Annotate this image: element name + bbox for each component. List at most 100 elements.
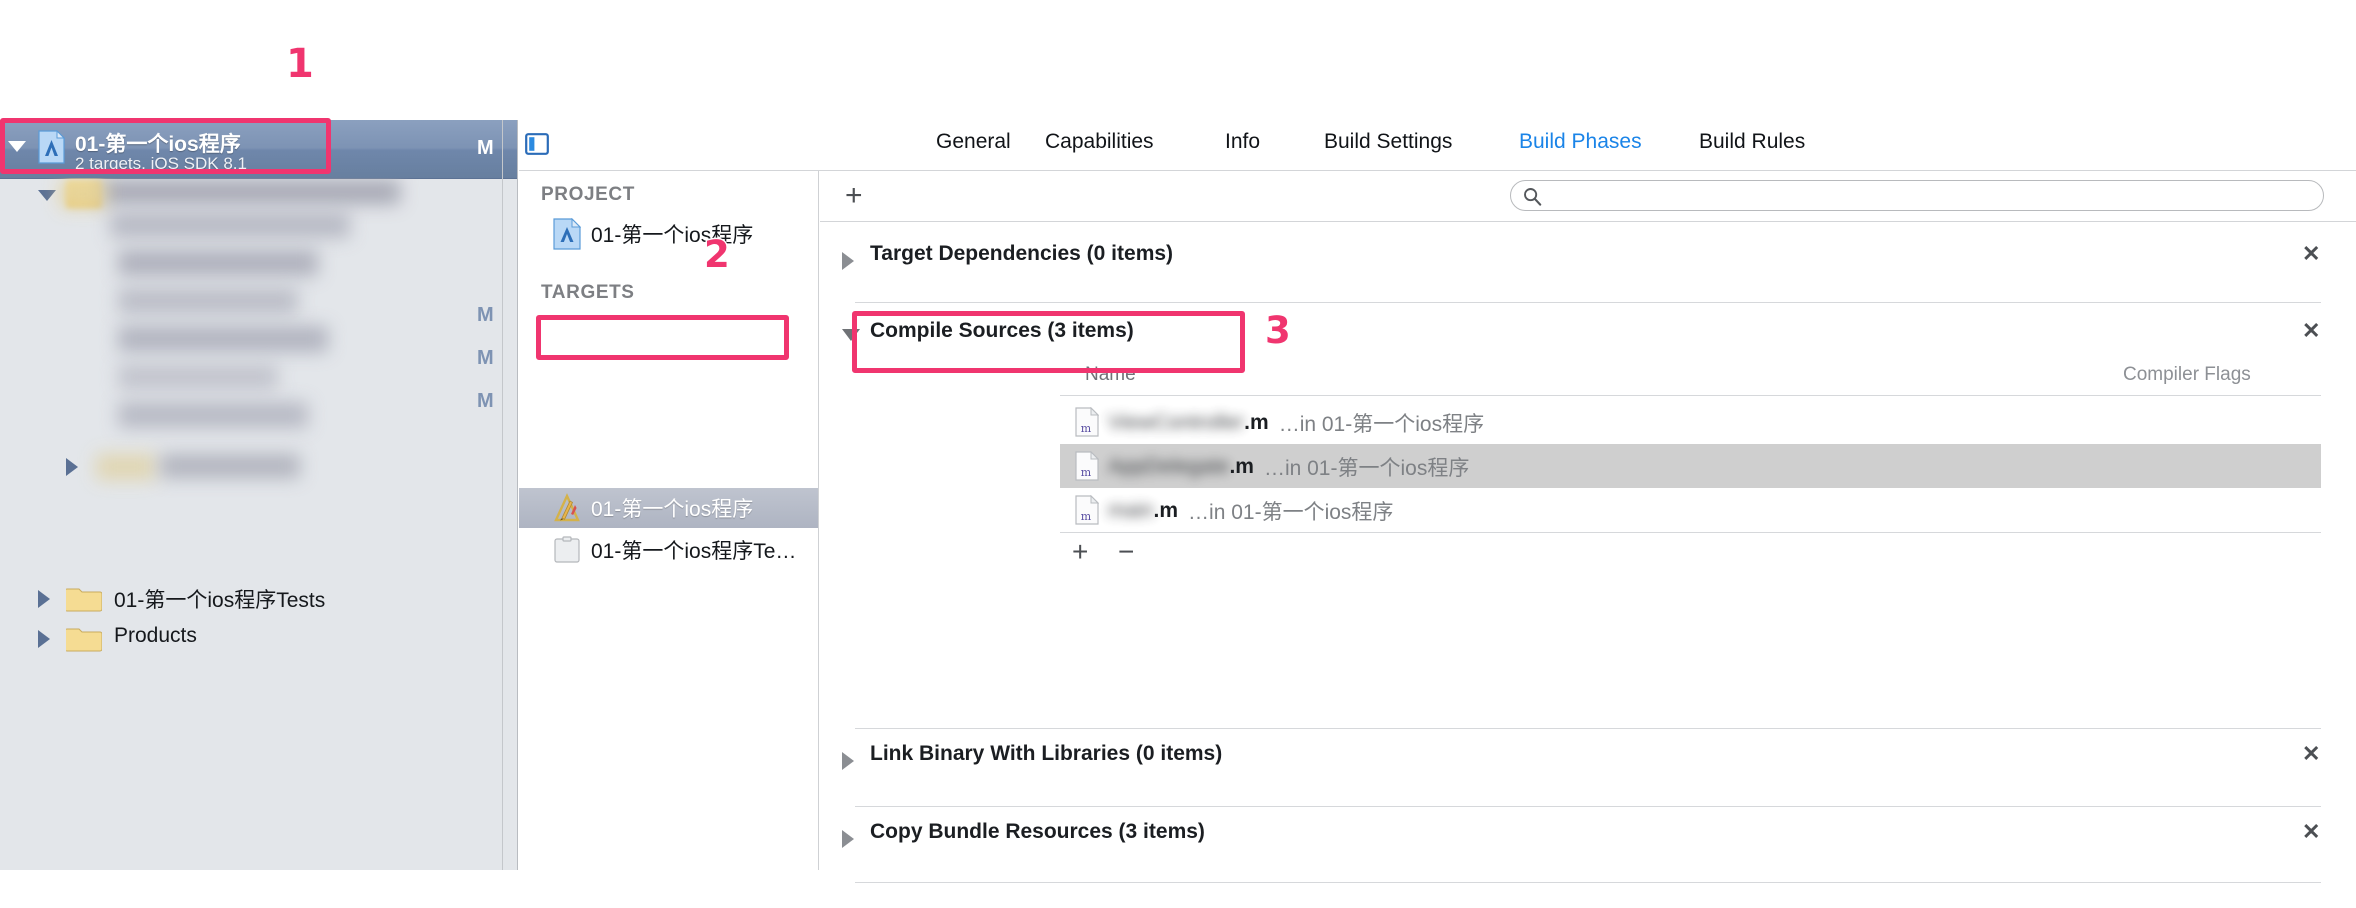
disclosure-triangle-closed-icon[interactable] [66,458,78,476]
targets-section-heading: TARGETS [541,282,635,303]
phase-header-link-binary[interactable]: Link Binary With Libraries (0 items) [870,742,1222,766]
file-location: …in 01-第一个ios程序 [1278,413,1485,436]
remove-source-file-button[interactable]: − [1118,538,1134,566]
xcode-project-icon [553,218,581,250]
status-badge-modified: M [477,304,494,326]
editor-pane-toggle-icon[interactable] [525,133,549,155]
editor-area: General Capabilities Info Build Settings… [519,120,2356,883]
redacted-row-text [110,212,350,238]
file-location: …in 01-第一个ios程序 [1263,457,1470,480]
tab-build-settings[interactable]: Build Settings [1324,130,1452,154]
phase-section-compile-sources: Compile Sources (3 items) ✕ Name Compile… [820,302,2356,644]
build-settings-tabbar: General Capabilities Info Build Settings… [519,120,2356,171]
redacted-row-text [118,402,308,428]
objc-m-file-icon: m [1075,495,1099,525]
column-header-name: Name [1085,364,1136,385]
project-navigator: 01-第一个ios程序 2 targets, iOS SDK 8.1 M M M… [0,120,518,870]
svg-text:m: m [1081,422,1092,435]
svg-text:m: m [1081,466,1092,479]
navigator-row-label: Products [114,624,197,647]
phase-header-copy-bundle[interactable]: Copy Bundle Resources (3 items) [870,820,1205,844]
status-badge-modified: M [477,347,494,369]
disclosure-triangle-open-icon[interactable] [8,141,26,152]
callout-number-1: 1 [286,41,314,87]
add-build-phase-button[interactable]: + [845,181,863,211]
file-extension: .m [1244,411,1269,434]
objc-m-file-icon: m [1075,407,1099,437]
disclosure-triangle-closed-icon[interactable] [842,252,854,270]
disclosure-triangle-closed-icon[interactable] [842,830,854,848]
redacted-row-text [118,326,328,352]
navigator-column-separator [502,120,503,870]
navigator-redacted-rows [0,178,517,588]
navigator-project-row[interactable]: 01-第一个ios程序 2 targets, iOS SDK 8.1 M [0,120,517,179]
disclosure-triangle-closed-icon[interactable] [38,590,50,608]
compile-sources-header[interactable]: Compile Sources (3 items) [870,319,1134,343]
svg-text:m: m [1081,510,1092,523]
add-source-file-button[interactable]: + [1072,538,1088,566]
redacted-file-name: main [1108,499,1154,522]
callout-number-2: 2 [704,233,730,276]
file-location: …in 01-第一个ios程序 [1188,501,1394,524]
table-footer-rule [1060,532,2321,533]
redacted-file-name: ViewController [1108,411,1245,434]
callout-number-3: 3 [1265,309,1291,352]
redacted-row-text [160,454,300,478]
build-phases-toolbar: + [820,171,2356,222]
disclosure-triangle-open-icon[interactable] [842,329,860,341]
tab-info[interactable]: Info [1225,130,1260,154]
folder-icon [60,180,106,208]
section-divider [855,806,2321,807]
tab-capabilities[interactable]: Capabilities [1045,130,1154,154]
remove-phase-icon[interactable]: ✕ [2302,320,2320,342]
remove-phase-icon[interactable]: ✕ [2302,243,2320,265]
targets-list-tests[interactable]: 01-第一个ios程序Te… [519,530,818,570]
phase-section-link-binary: Link Binary With Libraries (0 items) ✕ [820,728,2356,792]
disclosure-triangle-closed-icon[interactable] [38,630,50,648]
file-extension: .m [1153,499,1179,522]
app-target-icon [554,493,580,522]
search-icon [1524,188,1542,206]
tab-general[interactable]: General [936,130,1011,154]
project-section-heading: PROJECT [541,184,635,205]
section-divider [855,728,2321,729]
section-divider [855,302,2321,303]
table-header-rule [1060,395,2321,396]
targets-list-app[interactable]: 01-第一个ios程序 [519,488,818,528]
phase-header-target-dependencies[interactable]: Target Dependencies (0 items) [870,242,1173,266]
window-top-strip [0,0,2356,120]
project-targets-pane: PROJECT 01-第一个ios程序 TARGETS 01-第一个ios程序 … [519,170,819,870]
remove-phase-icon[interactable]: ✕ [2302,821,2320,843]
column-header-compiler-flags: Compiler Flags [2123,364,2251,385]
redacted-row-text [100,180,400,204]
folder-icon [66,588,102,612]
objc-m-file-icon: m [1075,451,1099,481]
redacted-file-name: AppDelegate [1108,455,1230,478]
navigator-project-subtitle: 2 targets, iOS SDK 8.1 [75,154,247,173]
search-input[interactable] [1510,180,2324,211]
targets-list-app-label: 01-第一个ios程序 [591,498,754,521]
tab-build-phases[interactable]: Build Phases [1519,130,1642,154]
section-divider [855,882,2321,883]
folder-icon [66,628,102,652]
file-extension: .m [1229,455,1254,478]
redacted-row-text [118,250,318,276]
tab-build-rules[interactable]: Build Rules [1699,130,1805,154]
status-badge-modified: M [477,390,494,412]
project-list-item[interactable]: 01-第一个ios程序 [519,214,818,254]
status-badge-modified: M [477,137,494,159]
table-row[interactable]: m main.m …in 01-第一个ios程序 [1060,488,2321,532]
folder-icon [96,454,156,480]
redacted-row-text [118,364,278,390]
table-cell-name: AppDelegate.m …in 01-第一个ios程序 [1108,452,1469,482]
redacted-row-text [118,288,298,314]
disclosure-triangle-closed-icon[interactable] [842,752,854,770]
table-row[interactable]: m AppDelegate.m …in 01-第一个ios程序 [1060,444,2321,488]
table-row[interactable]: m ViewController.m …in 01-第一个ios程序 [1060,400,2321,444]
test-target-icon [554,536,580,563]
table-cell-name: main.m …in 01-第一个ios程序 [1108,496,1393,526]
xcode-project-icon [38,130,65,164]
remove-phase-icon[interactable]: ✕ [2302,743,2320,765]
disclosure-triangle-open-icon[interactable] [38,190,56,201]
targets-list-tests-label: 01-第一个ios程序Te… [591,540,797,563]
